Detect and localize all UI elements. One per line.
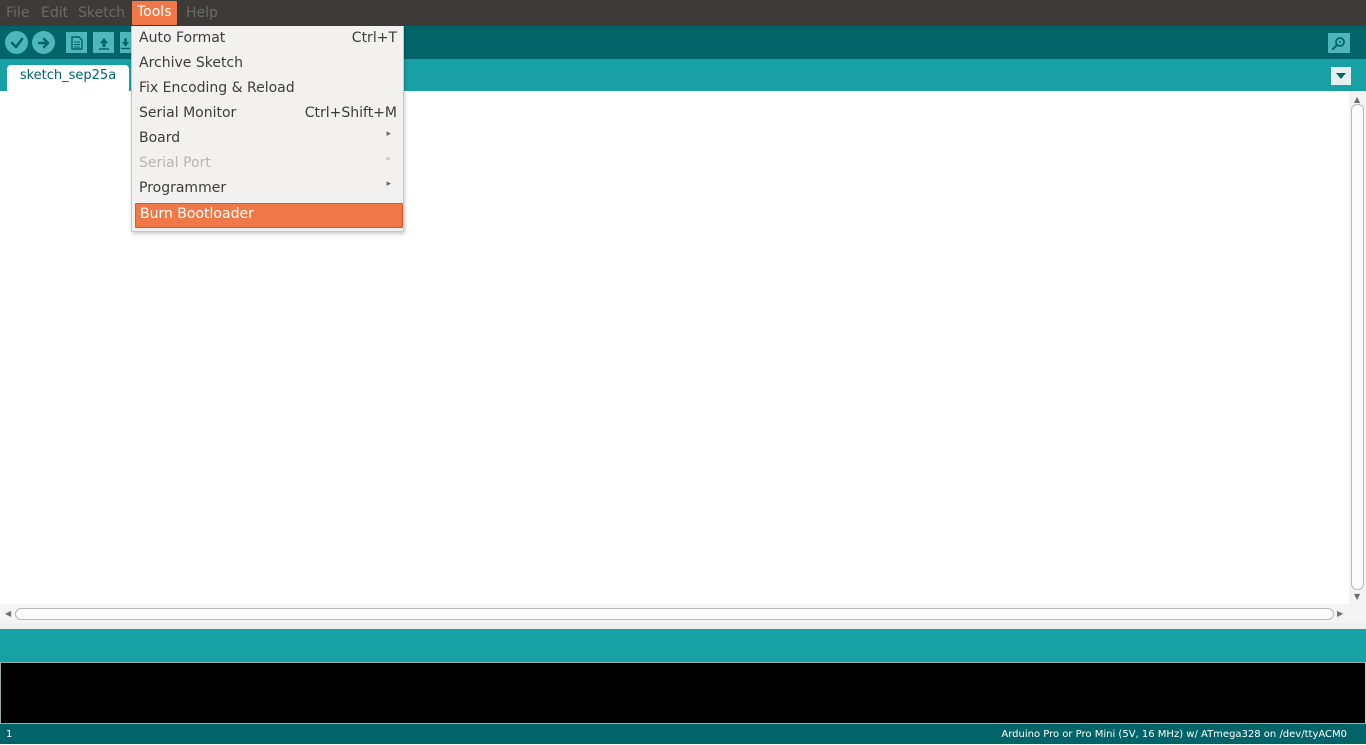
menu-item-label: Serial Port [139, 155, 211, 171]
vertical-scroll-thumb[interactable] [1351, 104, 1364, 590]
submenu-arrow-icon: ▸ [386, 179, 391, 189]
menu-item-fix-encoding[interactable]: Fix Encoding & Reload [135, 77, 401, 102]
horizontal-scroll-thumb[interactable] [15, 608, 1334, 620]
menu-item-shortcut: Ctrl+Shift+M [304, 105, 397, 121]
serial-monitor-button[interactable] [1328, 33, 1350, 53]
save-button[interactable] [120, 32, 131, 53]
menu-item-label: Burn Bootloader [140, 206, 254, 222]
status-bar: 1 Arduino Pro or Pro Mini (5V, 16 MHz) w… [0, 724, 1366, 744]
horizontal-scrollbar[interactable]: ◀ ▶ [0, 604, 1366, 623]
console-output[interactable] [0, 662, 1366, 724]
menu-file[interactable]: File [6, 4, 29, 24]
menu-item-board[interactable]: Board ▸ [135, 127, 401, 152]
submenu-arrow-icon: ▸ [386, 129, 391, 139]
menu-item-auto-format[interactable]: Auto Format Ctrl+T [135, 27, 401, 52]
upload-icon [37, 37, 49, 48]
menu-item-serial-monitor[interactable]: Serial Monitor Ctrl+Shift+M [135, 102, 401, 127]
upload-button[interactable] [32, 31, 55, 54]
message-area [0, 629, 1366, 662]
new-button[interactable] [66, 32, 87, 53]
scroll-up-icon[interactable]: ▲ [1354, 96, 1360, 104]
menu-item-label: Fix Encoding & Reload [139, 80, 295, 96]
menu-help[interactable]: Help [186, 4, 218, 24]
menu-item-archive-sketch[interactable]: Archive Sketch [135, 52, 401, 77]
menu-item-shortcut: Ctrl+T [351, 30, 397, 46]
serial-monitor-icon [1331, 37, 1345, 50]
menu-sketch[interactable]: Sketch [78, 4, 125, 24]
menu-item-programmer[interactable]: Programmer ▸ [135, 177, 401, 202]
menu-bar: File Edit Sketch Tools Help [0, 0, 1366, 26]
new-icon [70, 35, 83, 50]
menu-tools[interactable]: Tools [132, 1, 177, 25]
menu-item-label: Board [139, 130, 181, 146]
tab-sketch[interactable]: sketch_sep25a [7, 65, 129, 91]
open-button[interactable] [93, 32, 114, 53]
board-info: Arduino Pro or Pro Mini (5V, 16 MHz) w/ … [1001, 729, 1347, 740]
save-icon [120, 37, 131, 49]
scroll-down-icon[interactable]: ▼ [1354, 593, 1360, 601]
menu-item-serial-port: Serial Port ▸ [135, 152, 401, 177]
menu-item-label: Programmer [139, 180, 227, 196]
chevron-down-icon [1336, 73, 1346, 79]
verify-button[interactable] [5, 31, 28, 54]
tools-menu: Auto Format Ctrl+T Archive Sketch Fix En… [131, 26, 404, 232]
vertical-scrollbar[interactable]: ▲ ▼ [1349, 91, 1366, 604]
submenu-arrow-icon: ▸ [386, 154, 391, 164]
menu-edit[interactable]: Edit [41, 4, 68, 24]
menu-item-label: Archive Sketch [139, 55, 244, 71]
open-icon [98, 37, 109, 50]
menu-item-label: Auto Format [139, 30, 226, 46]
scroll-left-icon[interactable]: ◀ [5, 610, 11, 618]
scroll-right-icon[interactable]: ▶ [1337, 610, 1343, 618]
menu-item-burn-bootloader[interactable]: Burn Bootloader [135, 203, 403, 228]
tab-menu-button[interactable] [1331, 67, 1351, 85]
line-number: 1 [6, 729, 13, 740]
verify-icon [10, 37, 23, 48]
menu-item-label: Serial Monitor [139, 105, 237, 121]
